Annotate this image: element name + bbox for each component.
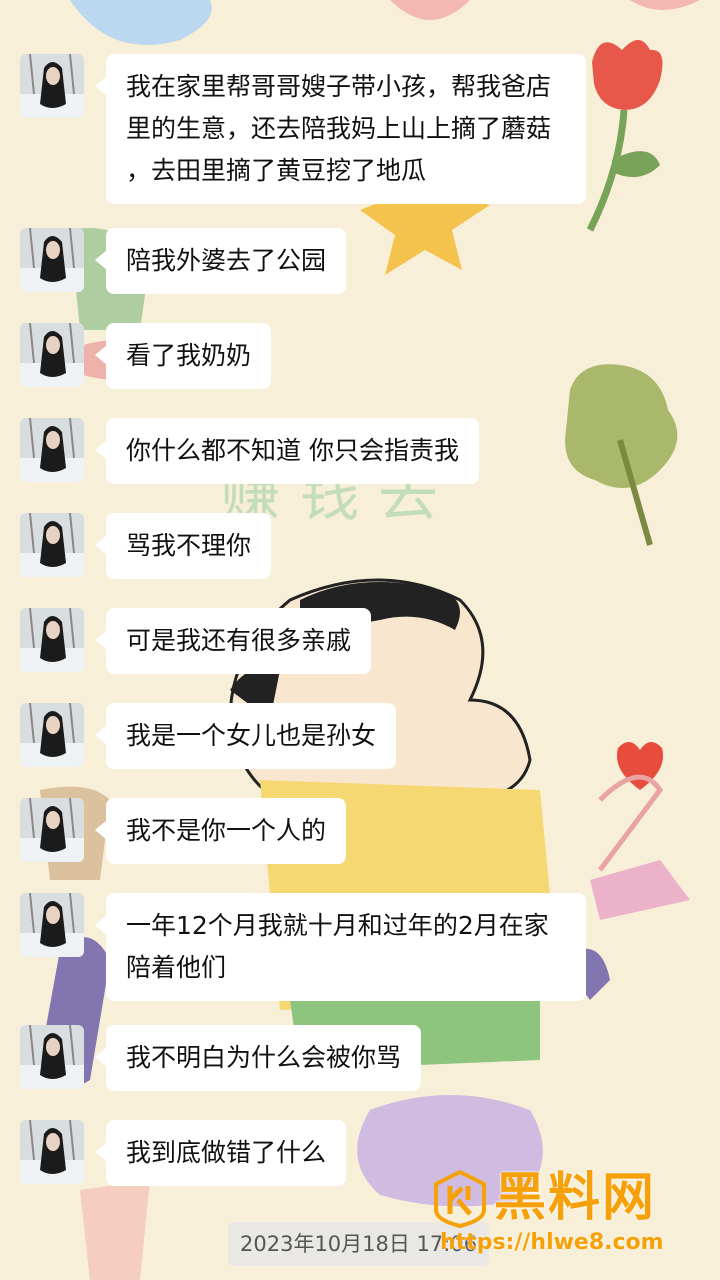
message-text: 我不是你一个人的 bbox=[126, 816, 327, 845]
message-bubble[interactable]: 一年12个月我就十月和过年的2月在家陪着他们 bbox=[95, 893, 586, 1001]
contact-avatar[interactable] bbox=[20, 1120, 84, 1184]
message-text: 我不明白为什么会被你骂 bbox=[126, 1043, 402, 1072]
watermark-logo-icon bbox=[434, 1170, 486, 1228]
message-text: 我在家里帮哥哥嫂子带小孩，帮我爸店里的生意，还去陪我妈上山上摘了蘑菇 ，去田里摘… bbox=[126, 72, 552, 185]
message-bubble[interactable]: 你什么都不知道 你只会指责我 bbox=[95, 418, 479, 484]
contact-avatar[interactable] bbox=[20, 608, 84, 672]
message-bubble[interactable]: 我到底做错了什么 bbox=[94, 1120, 347, 1186]
message-bubble[interactable]: 我不明白为什么会被你骂 bbox=[94, 1025, 422, 1091]
contact-avatar[interactable] bbox=[20, 703, 84, 767]
contact-avatar[interactable] bbox=[20, 893, 84, 957]
contact-avatar[interactable] bbox=[20, 54, 84, 118]
contact-avatar[interactable] bbox=[20, 1025, 84, 1089]
contact-avatar[interactable] bbox=[20, 323, 84, 387]
chat-message: 陪我外婆去了公园 bbox=[20, 228, 347, 294]
chat-message: 我是一个女儿也是孙女 bbox=[20, 703, 397, 769]
watermark: 黑料网 https://hlwe8.com bbox=[432, 1166, 712, 1266]
message-text: 骂我不理你 bbox=[126, 531, 252, 560]
contact-avatar[interactable] bbox=[20, 228, 84, 292]
contact-avatar[interactable] bbox=[20, 798, 84, 862]
chat-message: 你什么都不知道 你只会指责我 bbox=[20, 418, 479, 484]
chat-message: 我到底做错了什么 bbox=[20, 1120, 347, 1186]
watermark-url: https://hlwe8.com bbox=[440, 1230, 664, 1255]
message-bubble[interactable]: 我是一个女儿也是孙女 bbox=[94, 703, 397, 769]
message-bubble[interactable]: 骂我不理你 bbox=[94, 513, 272, 579]
watermark-title: 黑料网 bbox=[494, 1168, 657, 1228]
message-bubble[interactable]: 可是我还有很多亲戚 bbox=[94, 608, 372, 674]
chat-message: 我不是你一个人的 bbox=[20, 798, 347, 864]
chat-message: 骂我不理你 bbox=[20, 513, 272, 579]
message-text: 陪我外婆去了公园 bbox=[126, 246, 327, 275]
contact-avatar[interactable] bbox=[20, 418, 84, 482]
message-text: 一年12个月我就十月和过年的2月在家陪着他们 bbox=[126, 911, 549, 982]
chat-message: 一年12个月我就十月和过年的2月在家陪着他们 bbox=[20, 893, 586, 1001]
contact-avatar[interactable] bbox=[20, 513, 84, 577]
message-text: 我到底做错了什么 bbox=[126, 1138, 327, 1167]
chat-message: 我在家里帮哥哥嫂子带小孩，帮我爸店里的生意，还去陪我妈上山上摘了蘑菇 ，去田里摘… bbox=[20, 54, 586, 204]
chat-message: 我不明白为什么会被你骂 bbox=[20, 1025, 422, 1091]
message-text: 可是我还有很多亲戚 bbox=[126, 626, 352, 655]
message-bubble[interactable]: 我在家里帮哥哥嫂子带小孩，帮我爸店里的生意，还去陪我妈上山上摘了蘑菇 ，去田里摘… bbox=[95, 54, 586, 204]
chat-message: 可是我还有很多亲戚 bbox=[20, 608, 372, 674]
message-text: 看了我奶奶 bbox=[126, 341, 252, 370]
message-bubble[interactable]: 陪我外婆去了公园 bbox=[94, 228, 347, 294]
message-bubble[interactable]: 我不是你一个人的 bbox=[94, 798, 347, 864]
message-text: 我是一个女儿也是孙女 bbox=[126, 721, 377, 750]
chat-message: 看了我奶奶 bbox=[20, 323, 272, 389]
message-bubble[interactable]: 看了我奶奶 bbox=[94, 323, 272, 389]
message-text: 你什么都不知道 你只会指责我 bbox=[126, 436, 459, 465]
